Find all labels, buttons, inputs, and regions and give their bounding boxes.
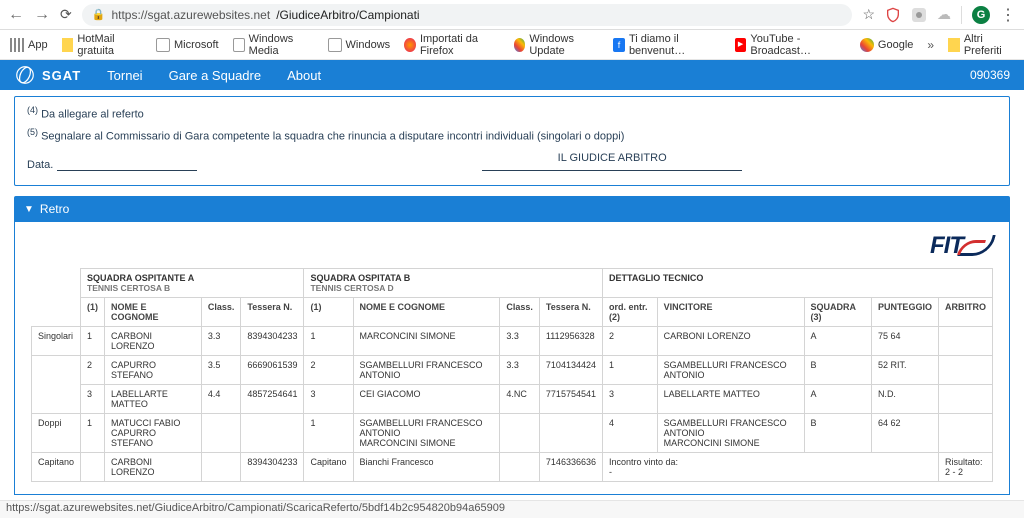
table-row: 2CAPURRO STEFANO3.566690615392SGAMBELLUR… [32, 356, 993, 385]
back-icon[interactable]: ← [8, 6, 24, 24]
bookmark-facebook[interactable]: fTi diamo il benvenut… [613, 33, 720, 57]
table-header-row: (1) NOME E COGNOME Class. Tessera N. (1)… [32, 298, 993, 327]
note-5: (5) Segnalare al Commissario di Gara com… [27, 127, 997, 143]
kebab-menu-icon[interactable]: ⋮ [1000, 5, 1016, 25]
avatar[interactable]: G [972, 6, 990, 24]
reload-icon[interactable]: ⟳ [60, 6, 72, 23]
table-row: 3LABELLARTE MATTEO4.448572546413CEI GIAC… [32, 385, 993, 414]
retro-panel: FIT SQUADRA OSPITANTE ATENNIS CERTOSA B … [14, 222, 1010, 495]
note-4: (4) Da allegare al referto [27, 105, 997, 121]
content-area[interactable]: (4) Da allegare al referto (5) Segnalare… [0, 90, 1024, 500]
notes-box: (4) Da allegare al referto (5) Segnalare… [14, 96, 1010, 186]
app-header: SGAT Tornei Gare a Squadre About 090369 [0, 60, 1024, 90]
bookmark-star-icon[interactable]: ☆ [862, 6, 875, 23]
browser-toolbar: ← → ⟳ 🔒 https://sgat.azurewebsites.net/G… [0, 0, 1024, 30]
signature-label: IL GIUDICE ARBITRO [227, 152, 997, 164]
fit-swoosh-icon [963, 235, 993, 253]
nav-gare-a-squadre[interactable]: Gare a Squadre [169, 68, 262, 83]
section-retro-header[interactable]: ▼ Retro [14, 196, 1010, 222]
signature-line [482, 170, 742, 171]
app-logo[interactable]: SGAT [14, 64, 81, 86]
bookmark-hotmail[interactable]: HotMail gratuita [62, 33, 142, 57]
bookmark-microsoft[interactable]: Microsoft [156, 38, 219, 52]
bookmarks-bar: App HotMail gratuita Microsoft Windows M… [0, 30, 1024, 60]
address-bar[interactable]: 🔒 https://sgat.azurewebsites.net/Giudice… [82, 4, 853, 26]
bookmark-firefox-import[interactable]: Importati da Firefox [404, 33, 499, 57]
lock-icon: 🔒 [92, 8, 106, 21]
extension-icon[interactable] [911, 7, 927, 23]
bookmark-windows-media[interactable]: Windows Media [233, 33, 314, 57]
divider [961, 6, 962, 24]
forward-icon[interactable]: → [34, 6, 50, 24]
table-row: Doppi1MATUCCI FABIOCAPURRO STEFANO1SGAMB… [32, 414, 993, 453]
status-bar: https://sgat.azurewebsites.net/GiudiceAr… [0, 500, 1024, 518]
data-underline [57, 157, 197, 171]
user-id[interactable]: 090369 [970, 68, 1010, 82]
caret-down-icon: ▼ [24, 204, 34, 215]
bookmark-google[interactable]: Google [860, 38, 913, 52]
app-logo-icon [14, 64, 36, 86]
nav-about[interactable]: About [287, 68, 321, 83]
cloud-icon[interactable]: ☁ [937, 6, 951, 23]
table-row-capitano: Capitano CARBONI LORENZO 8394304233 Capi… [32, 453, 993, 482]
signature-column: IL GIUDICE ARBITRO [227, 152, 997, 171]
bookmarks-overflow-icon[interactable]: » [927, 38, 934, 52]
shield-icon[interactable] [885, 7, 901, 23]
table-row: Singolari1CARBONI LORENZO3.383943042331M… [32, 327, 993, 356]
data-field: Data. [27, 152, 197, 171]
retro-table: SQUADRA OSPITANTE ATENNIS CERTOSA B SQUA… [31, 268, 993, 482]
apps-button[interactable]: App [10, 38, 48, 52]
bookmark-windows[interactable]: Windows [328, 38, 391, 52]
bookmark-youtube[interactable]: ▶YouTube - Broadcast… [735, 33, 846, 57]
url-path: /GiudiceArbitro/Campionati [276, 8, 419, 22]
bookmark-altri-preferiti[interactable]: Altri Preferiti [948, 33, 1014, 57]
nav-tornei[interactable]: Tornei [107, 68, 142, 83]
fit-logo: FIT [31, 232, 993, 260]
table-group-header: SQUADRA OSPITANTE ATENNIS CERTOSA B SQUA… [32, 269, 993, 298]
toolbar-icons: ☆ ☁ G ⋮ [862, 5, 1016, 25]
url-host: https://sgat.azurewebsites.net [111, 8, 270, 22]
bookmark-windows-update[interactable]: Windows Update [514, 33, 600, 57]
